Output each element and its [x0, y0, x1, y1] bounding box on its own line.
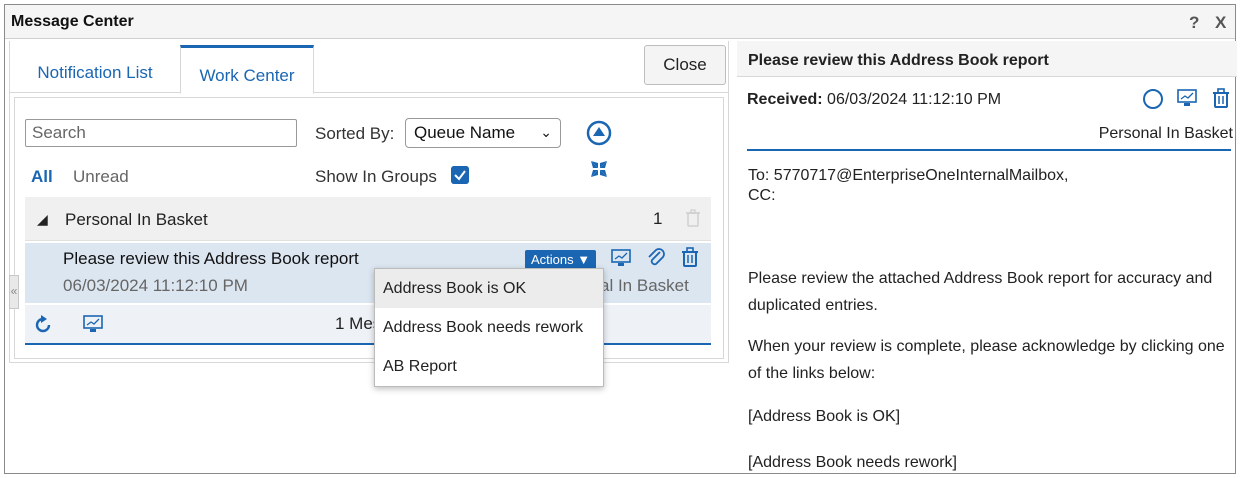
to-line: To: 5770717@EnterpriseOneInternalMailbox… — [748, 167, 1069, 184]
chevron-down-icon: ⌄ — [540, 124, 552, 140]
delete-icon[interactable] — [681, 247, 699, 267]
close-button[interactable]: Close — [644, 45, 726, 85]
collapse-all-icon[interactable] — [590, 160, 608, 178]
message-detail-panel: Please review this Address Book report R… — [737, 41, 1237, 477]
menu-item-ab-report[interactable]: AB Report — [375, 347, 603, 386]
menu-item-address-book-rework[interactable]: Address Book needs rework — [375, 308, 603, 347]
double-chevron-left-icon: « — [10, 284, 18, 298]
caret-down-icon: ▼ — [577, 252, 591, 267]
trash-icon — [686, 209, 700, 227]
received-line: Received: 06/03/2024 11:12:10 PM — [747, 91, 1001, 109]
message-date: 06/03/2024 11:12:10 PM — [63, 276, 248, 295]
detail-title: Please review this Address Book report — [748, 52, 1049, 69]
monitor-icon[interactable] — [611, 249, 631, 267]
tab-bar: Notification List Work Center Close — [10, 41, 728, 94]
received-value: 06/03/2024 11:12:10 PM — [827, 91, 1002, 108]
collapse-triangle-icon[interactable]: ◢ — [37, 211, 48, 228]
search-input[interactable] — [25, 119, 297, 147]
message-row[interactable]: Please review this Address Book report 0… — [25, 243, 711, 303]
title-bar: Message Center ? X — [5, 5, 1235, 39]
message-basket: al In Basket — [600, 276, 689, 295]
filter-all[interactable]: All — [31, 167, 53, 187]
body-paragraph-1: Please review the attached Address Book … — [748, 270, 1213, 314]
show-in-groups-checkbox[interactable] — [451, 166, 469, 184]
group-title: Personal In Basket — [65, 210, 208, 229]
filter-unread[interactable]: Unread — [73, 167, 129, 187]
scroll-up-icon[interactable] — [586, 120, 612, 146]
detail-basket: Personal In Basket — [1098, 125, 1233, 142]
tab-notification-list[interactable]: Notification List — [10, 45, 180, 94]
paperclip-icon[interactable] — [645, 247, 667, 269]
divider — [747, 149, 1231, 151]
monitor-icon[interactable] — [83, 315, 103, 333]
link-address-book-ok[interactable]: [Address Book is OK] — [748, 403, 1228, 430]
refresh-icon[interactable] — [33, 315, 53, 335]
monitor-icon[interactable] — [1177, 89, 1197, 107]
actions-label: Actions — [531, 252, 574, 267]
collapse-panel-handle[interactable]: « — [9, 275, 19, 309]
body-paragraph-2: When your review is complete, please ack… — [748, 338, 1225, 382]
actions-button[interactable]: Actions ▼ — [525, 250, 597, 269]
group-count: 1 — [653, 209, 663, 228]
menu-item-address-book-ok[interactable]: Address Book is OK — [375, 269, 603, 308]
sort-select[interactable]: Queue Name ⌄ — [405, 118, 561, 148]
message-center-window: Message Center ? X Notification List Wor… — [4, 4, 1237, 477]
sort-select-value: Queue Name — [414, 123, 516, 142]
window-title: Message Center — [11, 13, 134, 30]
detail-header: Please review this Address Book report — [737, 41, 1237, 77]
group-header[interactable]: ◢ Personal In Basket 1 — [25, 197, 711, 241]
message-subject: Please review this Address Book report — [63, 249, 359, 268]
cc-line: CC: — [748, 187, 776, 204]
sorted-by-label: Sorted By: — [315, 124, 395, 143]
delete-icon[interactable] — [1213, 88, 1229, 108]
queue-footer: 1 Mess — [25, 305, 711, 345]
link-address-book-rework[interactable]: [Address Book needs rework] — [748, 449, 1228, 476]
received-label: Received: — [747, 91, 823, 108]
mark-read-circle-icon[interactable] — [1143, 89, 1163, 109]
tab-work-center[interactable]: Work Center — [180, 45, 314, 94]
close-window-icon[interactable]: X — [1215, 13, 1226, 33]
actions-menu: Address Book is OK Address Book needs re… — [374, 268, 604, 387]
show-in-groups-label: Show In Groups — [315, 167, 437, 186]
help-icon[interactable]: ? — [1189, 13, 1199, 33]
